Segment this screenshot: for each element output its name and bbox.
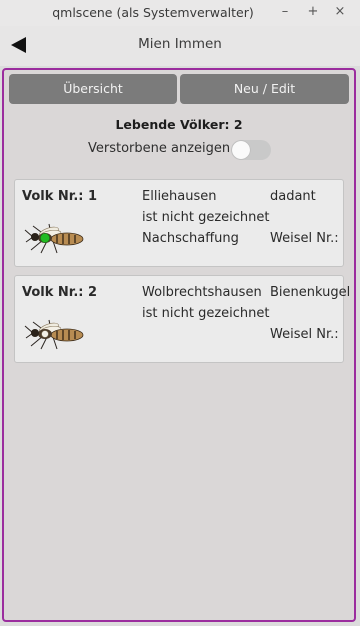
- queen-bee-icon: [24, 223, 84, 254]
- close-button[interactable]: ×: [332, 4, 348, 20]
- maximize-button[interactable]: +: [305, 4, 321, 20]
- toggle-knob: [232, 141, 250, 159]
- colony-number: Volk Nr.: 2: [22, 285, 98, 300]
- tab-overview[interactable]: Übersicht: [9, 74, 177, 104]
- show-deceased-label: Verstorbene anzeigen: [88, 141, 231, 156]
- colony-origin: Nachschaffung: [142, 231, 239, 246]
- colony-marking: ist nicht gezeichnet: [142, 210, 270, 225]
- page-title: Mien Immen: [138, 36, 222, 52]
- queen-number-label: Weisel Nr.:: [270, 231, 339, 246]
- tab-new-edit[interactable]: Neu / Edit: [180, 74, 349, 104]
- colony-card[interactable]: Volk Nr.: 2 Wolbrechtshausen Bienenkugel…: [14, 275, 350, 363]
- colony-hive-type: dadant: [270, 189, 316, 204]
- window-title: qmlscene (als Systemverwalter): [52, 5, 254, 20]
- app-header: Mien Immen: [0, 26, 360, 66]
- colony-location: Elliehausen: [142, 189, 217, 204]
- window-titlebar: qmlscene (als Systemverwalter) – + ×: [0, 0, 360, 27]
- colony-location: Wolbrechtshausen: [142, 285, 262, 300]
- queen-marking-dot: [40, 233, 50, 243]
- main-panel: Übersicht Neu / Edit Lebende Völker: 2 V…: [2, 68, 356, 622]
- queen-bee-icon: [24, 319, 84, 350]
- colony-card[interactable]: Volk Nr.: 1 Elliehausen dadant ist nicht…: [14, 179, 344, 267]
- live-colonies-count: Lebende Völker: 2: [115, 117, 243, 132]
- colony-marking: ist nicht gezeichnet: [142, 306, 270, 321]
- colony-hive-type: Bienenkugel: [270, 285, 351, 300]
- minimize-button[interactable]: –: [277, 4, 293, 20]
- queen-number-label: Weisel Nr.:: [270, 327, 339, 342]
- show-deceased-toggle[interactable]: [231, 140, 271, 160]
- colony-number: Volk Nr.: 1: [22, 189, 98, 204]
